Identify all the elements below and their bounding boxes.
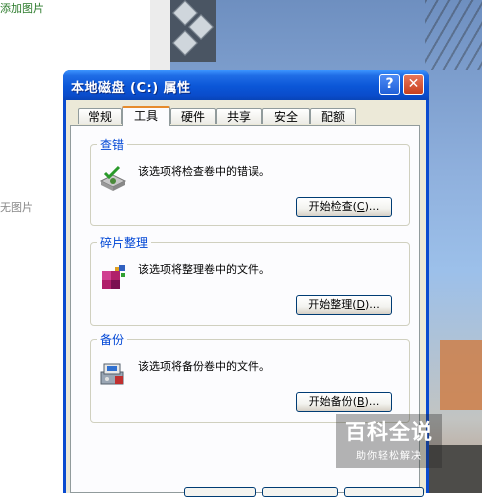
ok-button[interactable] [184,487,256,497]
error-check-group: 查错 该选项将检查卷中的错误。 开始检查(C)... [90,136,410,226]
tab-tools[interactable]: 工具 [122,106,170,126]
apply-button[interactable] [344,487,424,497]
wallpaper-foliage [440,340,482,410]
help-button[interactable]: ? [379,74,400,95]
defrag-icon [102,265,125,289]
backup-description: 该选项将备份卷中的文件。 [138,360,270,373]
title-bar[interactable]: 本地磁盘 (C:) 属性 ? ✕ [63,70,429,100]
dialog-title: 本地磁盘 (C:) 属性 [71,81,191,96]
defrag-description: 该选项将整理卷中的文件。 [138,263,270,276]
cancel-button[interactable] [262,487,338,497]
backup-group: 备份 该选项将备份卷中的文件。 开始备份(B)... [90,331,410,423]
watermark-title: 百科全说 [345,420,433,444]
error-check-label: 查错 [97,136,128,153]
start-backup-button[interactable]: 开始备份(B)... [296,392,392,412]
watermark-logo: 百科全说 助你轻松解决 [336,414,442,468]
tab-sharing[interactable]: 共享 [216,108,262,124]
no-image-text: 无图片 [0,201,33,214]
add-image-link[interactable]: 添加图片 [0,0,44,16]
defrag-group: 碎片整理 该选项将整理卷中的文件。 开始整理(D)... [90,234,410,326]
close-button[interactable]: ✕ [403,74,424,95]
tab-security[interactable]: 安全 [262,108,310,124]
watermark-subtitle: 助你轻松解决 [356,451,422,462]
wallpaper-branches [425,0,482,70]
tab-hardware[interactable]: 硬件 [170,108,216,124]
error-check-description: 该选项将检查卷中的错误。 [138,165,270,178]
backup-label: 备份 [97,331,128,348]
start-defrag-button[interactable]: 开始整理(D)... [296,295,392,315]
tab-quota[interactable]: 配额 [310,108,356,124]
defrag-label: 碎片整理 [97,234,152,251]
backup-icon [100,363,124,385]
tab-general[interactable]: 常规 [78,108,122,124]
wallpaper-tower [170,0,216,62]
check-disk-icon [99,165,127,191]
start-check-button[interactable]: 开始检查(C)... [296,197,392,217]
